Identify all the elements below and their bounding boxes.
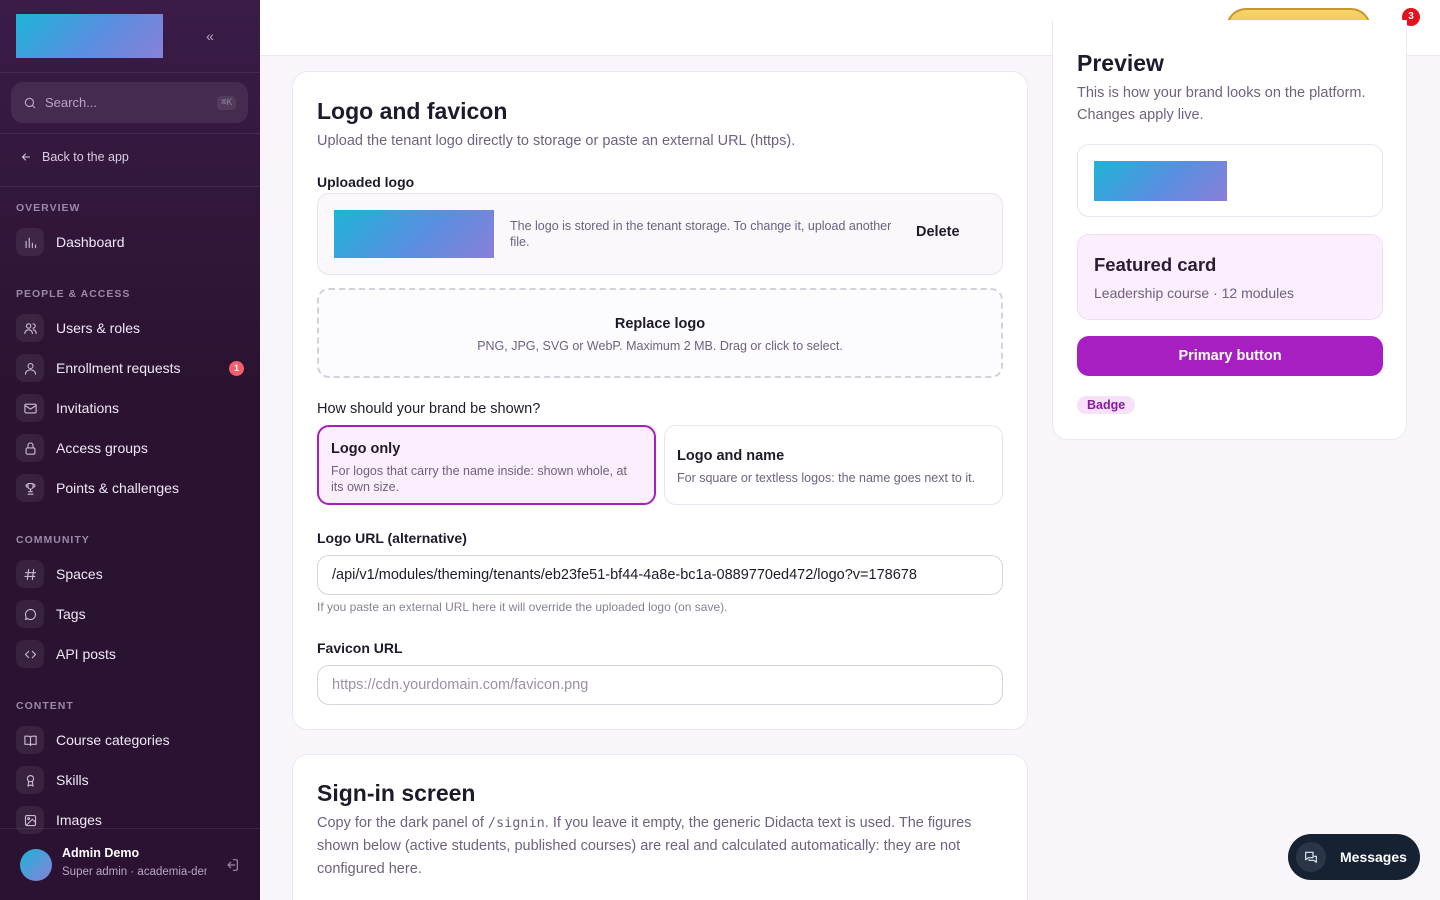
option-description: For square or textless logos: the name g… (677, 471, 976, 485)
user-icon (16, 354, 44, 382)
mail-icon (16, 394, 44, 422)
section-people: PEOPLE & ACCESS (16, 288, 131, 300)
favicon-url-input[interactable]: https://cdn.yourdomain.com/favicon.png (317, 665, 1003, 705)
sidebar-item-api-posts[interactable]: API posts (16, 639, 248, 669)
section-overview: OVERVIEW (16, 202, 81, 214)
sidebar-item-label: API posts (56, 646, 116, 662)
option-logo-only[interactable]: Logo only For logos that carry the name … (317, 425, 656, 505)
preview-title: Preview (1077, 50, 1164, 76)
sidebar: « Search... ⌘K Back to the app OVERVIEW … (0, 0, 260, 900)
preview-brand-box (1077, 144, 1383, 217)
preview-badge: Badge (1077, 396, 1136, 414)
logo-url-hint: If you paste an external URL here it wil… (317, 600, 728, 614)
brand-display-question: How should your brand be shown? (317, 401, 541, 417)
logo-favicon-card: Logo and favicon Upload the tenant logo … (292, 71, 1028, 730)
sidebar-item-label: Tags (56, 606, 86, 622)
sidebar-item-label: Spaces (56, 566, 103, 582)
favicon-url-label: Favicon URL (317, 640, 403, 656)
sidebar-item-label: Dashboard (56, 234, 125, 250)
featured-card-subtitle: Leadership course · 12 modules (1094, 285, 1295, 301)
logo-url-label: Logo URL (alternative) (317, 530, 467, 546)
sidebar-item-spaces[interactable]: Spaces (16, 559, 248, 589)
user-panel: Admin Demo Super admin · academia-demo (0, 828, 260, 900)
search-icon (24, 97, 36, 108)
tenant-logo[interactable] (16, 14, 163, 58)
sidebar-search[interactable]: Search... ⌘K (11, 82, 248, 123)
signin-card-description: Copy for the dark panel of /signin. If y… (317, 812, 1007, 881)
sidebar-item-label: Enrollment requests (56, 360, 181, 376)
messages-button[interactable]: Messages (1288, 834, 1420, 880)
delete-logo-button[interactable]: Delete (916, 224, 960, 240)
replace-logo-dropzone[interactable]: Replace logo PNG, JPG, SVG or WebP. Maxi… (317, 288, 1003, 378)
arrow-left-icon (22, 153, 30, 161)
logo-card-title: Logo and favicon (317, 98, 508, 124)
sidebar-item-label: Access groups (56, 440, 148, 456)
sidebar-item-skills[interactable]: Skills (16, 765, 248, 795)
sidebar-item-dashboard[interactable]: Dashboard (16, 227, 248, 257)
sidebar-item-course-categories[interactable]: Course categories (16, 725, 248, 755)
uploaded-logo-label: Uploaded logo (317, 174, 415, 190)
enrollment-count-badge: 1 (229, 361, 244, 376)
option-description: For logos that carry the name inside: sh… (331, 464, 627, 494)
preview-logo-thumbnail (1094, 161, 1227, 201)
option-logo-and-name[interactable]: Logo and name For square or textless log… (664, 425, 1003, 505)
signin-card-title: Sign-in screen (317, 780, 476, 806)
trophy-icon (16, 474, 44, 502)
search-shortcut: ⌘K (217, 95, 236, 110)
divider (0, 186, 260, 187)
sidebar-item-label: Users & roles (56, 320, 141, 336)
featured-card-title: Featured card (1094, 254, 1217, 275)
lock-icon (16, 434, 44, 462)
uploaded-logo-text: The logo is stored in the tenant storage… (510, 219, 892, 249)
logo-url-input[interactable]: /api/v1/modules/theming/tenants/eb23fe51… (317, 555, 1003, 595)
section-content: CONTENT (16, 700, 74, 712)
sidebar-item-label: Points & challenges (56, 480, 179, 496)
hash-icon (16, 560, 44, 588)
sidebar-item-enrollment-requests[interactable]: Enrollment requests 1 (16, 353, 248, 383)
sidebar-item-label: Course categories (56, 732, 170, 748)
users-icon (16, 314, 44, 342)
sidebar-item-tags[interactable]: Tags (16, 599, 248, 629)
signin-desc-part: Copy for the dark panel of (317, 815, 488, 831)
book-icon (16, 726, 44, 754)
code-icon (16, 640, 44, 668)
sidebar-item-label: Invitations (56, 400, 120, 416)
messages-label: Messages (1340, 849, 1407, 865)
back-to-app-link[interactable]: Back to the app (20, 150, 129, 164)
sidebar-item-access-groups[interactable]: Access groups (16, 433, 248, 463)
chat-bubble-icon (16, 600, 44, 628)
back-label: Back to the app (42, 150, 129, 164)
sidebar-item-points-challenges[interactable]: Points & challenges (16, 473, 248, 503)
divider (0, 133, 260, 134)
option-title: Logo only (331, 441, 401, 457)
uploaded-logo-thumbnail (334, 210, 494, 258)
avatar[interactable] (20, 849, 52, 881)
sidebar-item-label: Images (56, 812, 102, 828)
bar-chart-icon (16, 228, 44, 256)
preview-featured-card: Featured card Leadership course · 12 mod… (1077, 234, 1383, 320)
uploaded-logo-box: The logo is stored in the tenant storage… (317, 193, 1003, 275)
replace-logo-subtitle: PNG, JPG, SVG or WebP. Maximum 2 MB. Dra… (477, 339, 843, 353)
divider (0, 72, 260, 73)
sidebar-item-invitations[interactable]: Invitations (16, 393, 248, 423)
preview-subtitle: This is how your brand looks on the plat… (1077, 85, 1366, 123)
logout-icon[interactable] (224, 857, 240, 873)
search-placeholder: Search... (45, 95, 98, 110)
option-title: Logo and name (677, 448, 785, 464)
logo-card-subtitle: Upload the tenant logo directly to stora… (317, 133, 796, 149)
award-icon (16, 766, 44, 794)
preview-card: Preview This is how your brand looks on … (1052, 20, 1407, 440)
section-community: COMMUNITY (16, 534, 90, 546)
chat-icon (1296, 842, 1326, 872)
user-name: Admin Demo (62, 846, 140, 860)
replace-logo-title: Replace logo (614, 316, 706, 332)
user-role: Super admin · academia-demo (62, 866, 207, 878)
signin-screen-card: Sign-in screen Copy for the dark panel o… (292, 754, 1028, 900)
signin-path-code: /signin (487, 815, 545, 831)
collapse-sidebar-icon[interactable]: « (200, 26, 220, 46)
preview-primary-button[interactable]: Primary button (1077, 336, 1383, 376)
sidebar-item-label: Skills (56, 772, 89, 788)
sidebar-item-users-roles[interactable]: Users & roles (16, 313, 248, 343)
